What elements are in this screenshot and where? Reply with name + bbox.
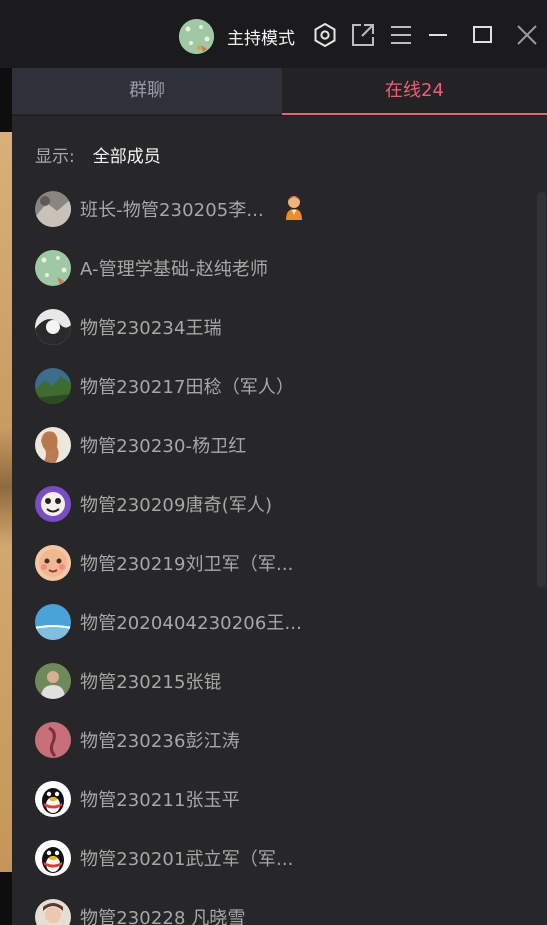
- tab-online-members[interactable]: 在线24: [282, 68, 547, 114]
- member-panel: 群聊 在线24 显示: 全部成员 班长-物管230205李... A-管理学基础-…: [12, 68, 547, 925]
- video-background: [0, 132, 12, 872]
- member-name: 物管230209唐奇(军人): [80, 495, 273, 516]
- member-avatar: [35, 191, 71, 227]
- member-name: 物管230219刘卫军（军...: [80, 554, 294, 575]
- member-avatar: [35, 368, 71, 404]
- member-avatar: [35, 486, 71, 522]
- member-item[interactable]: 物管230217田稔（军人）: [12, 357, 534, 416]
- member-avatar: [35, 899, 71, 925]
- filter-dropdown[interactable]: 全部成员: [93, 147, 161, 167]
- minimize-icon[interactable]: [425, 22, 451, 48]
- host-avatar[interactable]: [179, 19, 214, 54]
- member-name: 物管230211张玉平: [80, 790, 240, 811]
- member-item[interactable]: 物管230209唐奇(军人): [12, 475, 534, 534]
- tab-group-chat[interactable]: 群聊: [12, 68, 282, 114]
- divider: [12, 115, 547, 116]
- member-item[interactable]: A-管理学基础-赵纯老师: [12, 239, 534, 298]
- member-name: 物管230230-杨卫红: [80, 436, 247, 457]
- member-avatar: [35, 722, 71, 758]
- member-name: 物管230215张锟: [80, 672, 222, 693]
- member-name: 物管230228 凡晓雪: [80, 908, 246, 925]
- member-item[interactable]: 物管230230-杨卫红: [12, 416, 534, 475]
- member-item[interactable]: 班长-物管230205李...: [12, 180, 534, 239]
- member-avatar: [35, 250, 71, 286]
- member-item[interactable]: 物管230219刘卫军（军...: [12, 534, 534, 593]
- monitor-badge-icon: [283, 194, 305, 220]
- member-avatar: [35, 309, 71, 345]
- member-list: 班长-物管230205李... A-管理学基础-赵纯老师 物管230234王瑞 …: [12, 180, 534, 925]
- member-avatar: [35, 604, 71, 640]
- title-bar: 主持模式: [0, 0, 547, 68]
- member-avatar: [35, 545, 71, 581]
- member-name: A-管理学基础-赵纯老师: [80, 259, 269, 280]
- settings-icon[interactable]: [312, 22, 338, 48]
- member-item[interactable]: 物管230201武立军（军...: [12, 829, 534, 888]
- member-name: 物管230217田稔（军人）: [80, 377, 295, 398]
- member-name: 物管230234王瑞: [80, 318, 222, 339]
- member-item[interactable]: 物管230234王瑞: [12, 298, 534, 357]
- popout-icon[interactable]: [350, 22, 376, 48]
- member-item[interactable]: 物管230215张锟: [12, 652, 534, 711]
- close-icon[interactable]: [514, 22, 540, 48]
- panel-tabs: 群聊 在线24: [12, 68, 547, 115]
- menu-icon[interactable]: [388, 22, 414, 48]
- member-avatar: [35, 840, 71, 876]
- member-item[interactable]: 物管230228 凡晓雪: [12, 888, 534, 925]
- member-name: 班长-物管230205李...: [80, 200, 264, 221]
- member-name: 物管2020404230206王...: [80, 613, 302, 634]
- member-list-scrollbar[interactable]: [537, 192, 546, 587]
- maximize-icon[interactable]: [470, 22, 496, 48]
- member-avatar: [35, 663, 71, 699]
- host-mode-label[interactable]: 主持模式: [227, 24, 295, 49]
- video-area-edge: [0, 68, 12, 925]
- member-avatar: [35, 427, 71, 463]
- member-filter: 显示: 全部成员: [35, 142, 161, 167]
- filter-label: 显示:: [35, 147, 75, 167]
- member-item[interactable]: 物管2020404230206王...: [12, 593, 534, 652]
- member-name: 物管230236彭江涛: [80, 731, 240, 752]
- member-name: 物管230201武立军（军...: [80, 849, 294, 870]
- member-item[interactable]: 物管230211张玉平: [12, 770, 534, 829]
- member-item[interactable]: 物管230236彭江涛: [12, 711, 534, 770]
- member-avatar: [35, 781, 71, 817]
